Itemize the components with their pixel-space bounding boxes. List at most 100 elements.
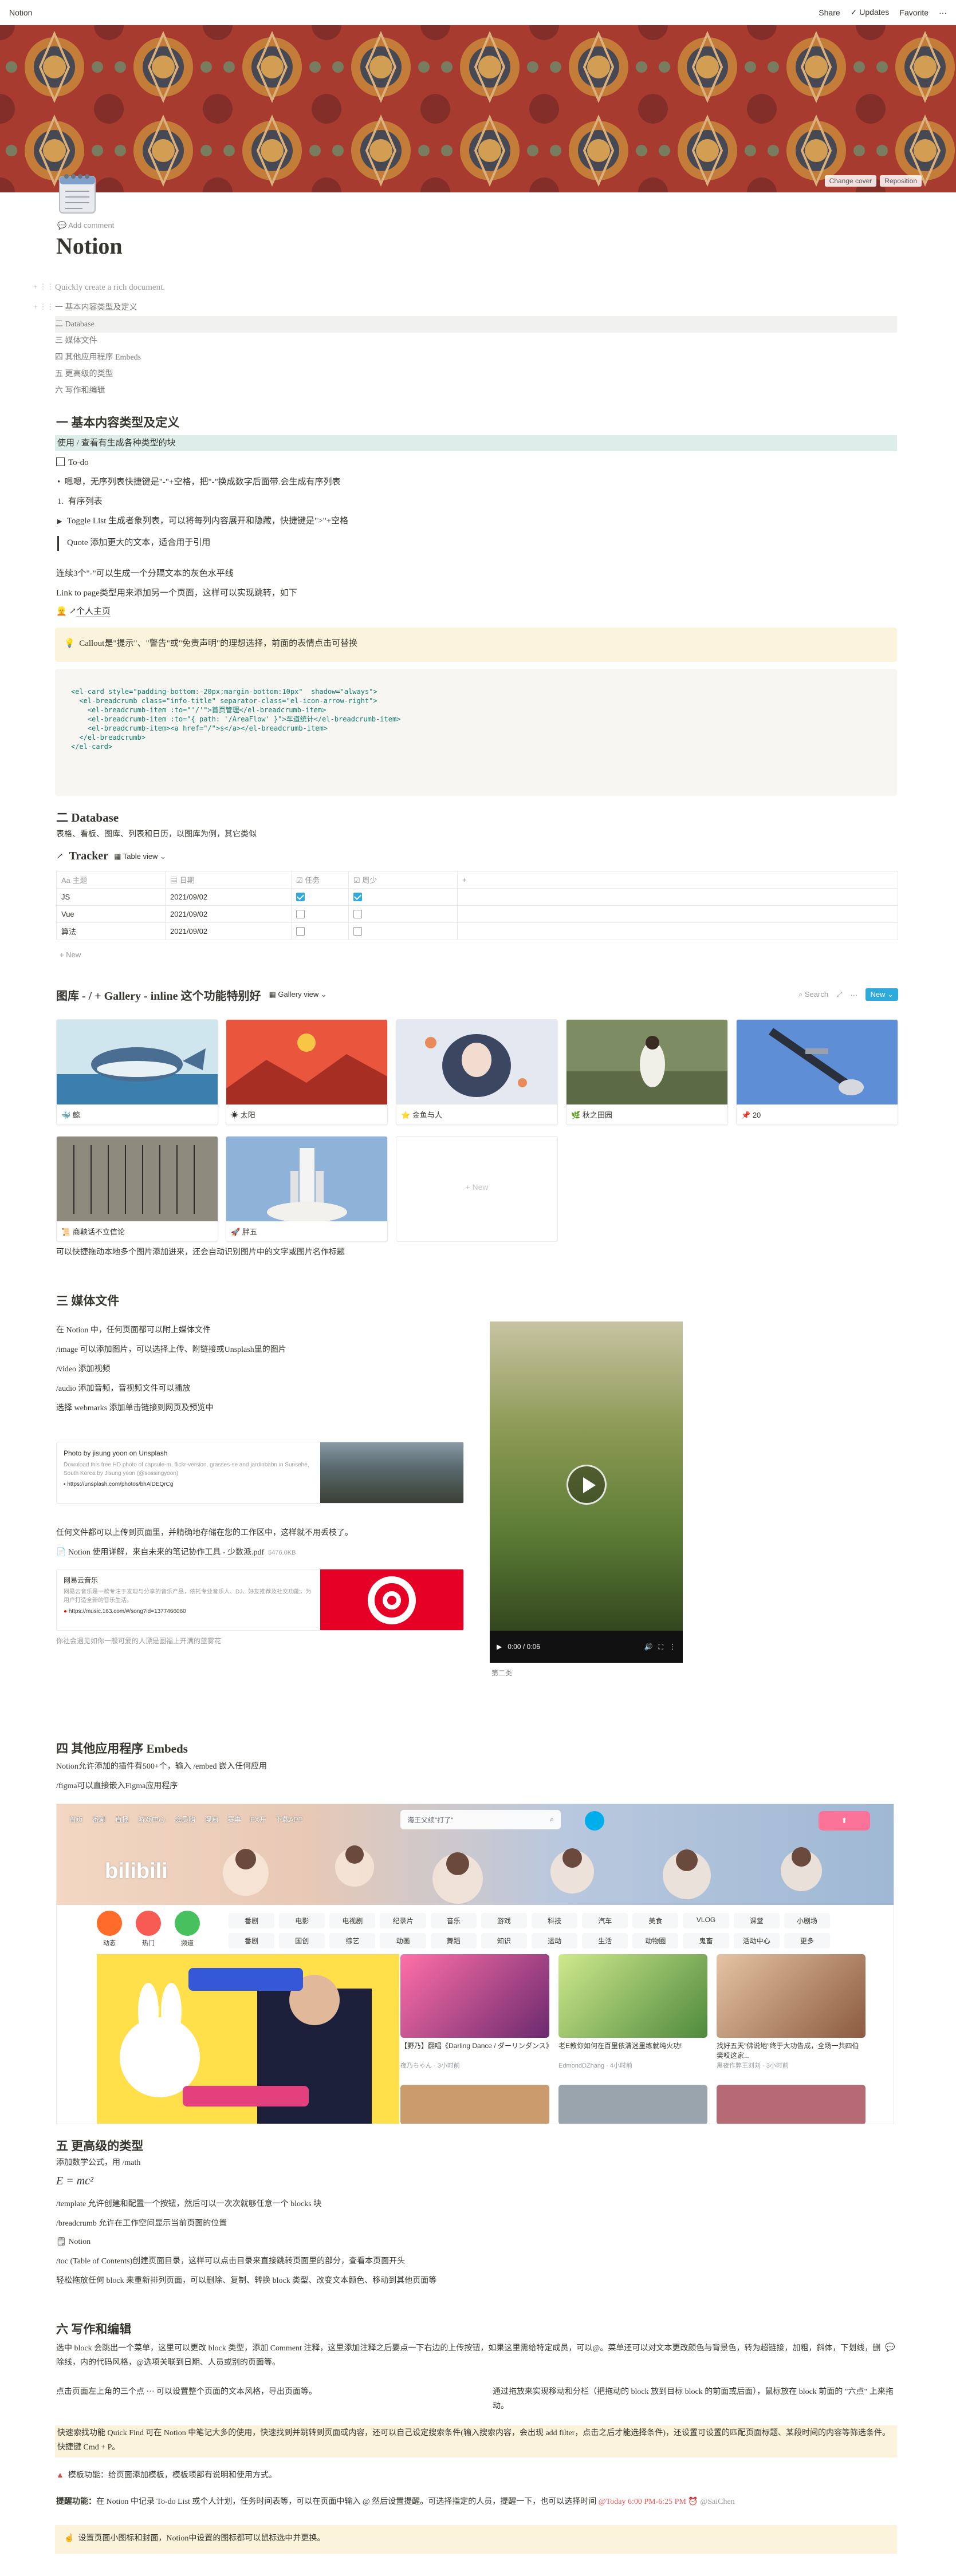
category-chip[interactable]: 汽车	[582, 1913, 628, 1928]
video-title[interactable]: 【野乃】翻唱《Darling Dance / ダーリンダンス》	[400, 2041, 549, 2061]
highlight-block[interactable]: 使用 / 查看有生成各种类型的块	[55, 435, 897, 451]
embed-nav-item[interactable]: 下载APP	[275, 1814, 302, 1824]
category-chip[interactable]: 综艺	[329, 1933, 376, 1948]
channel-item[interactable]: 热门	[136, 1911, 161, 1947]
task-checkbox[interactable]	[296, 927, 305, 936]
column-header[interactable]: Aa 主题	[56, 871, 166, 889]
breadcrumb[interactable]: Notion	[9, 8, 32, 17]
file-attachment[interactable]: 📄 Notion 使用详解，来自未来的笔记协作工具 - 少数派.pdf 5476…	[56, 1546, 296, 1560]
add-comment-button[interactable]: 💬 Add comment	[57, 221, 114, 230]
comment-icon[interactable]: 💬	[885, 2343, 895, 2353]
cell-date[interactable]: 2021/09/02	[165, 905, 292, 923]
cell-name[interactable]: 算法	[56, 922, 166, 940]
embed-nav-item[interactable]: 会员购	[175, 1814, 195, 1824]
section-desc[interactable]: 表格、看板、图库、列表和日历，以图库为例，其它类似	[56, 828, 257, 842]
more-icon[interactable]: ···	[850, 991, 857, 999]
column-header[interactable]: ☑ 周少	[348, 871, 458, 889]
table-view-switch[interactable]: ▦ Table view ⌄	[114, 852, 166, 861]
gallery-card[interactable]: 🐳 鲸	[56, 1019, 218, 1125]
embed-nav-item[interactable]: 首页	[69, 1814, 83, 1824]
page-icon[interactable]	[57, 172, 97, 214]
category-chip[interactable]: 知识	[481, 1933, 527, 1948]
toc-item[interactable]: 一 基本内容类型及定义	[55, 299, 897, 316]
change-cover-button[interactable]: Change cover	[824, 175, 877, 187]
section-heading[interactable]: 一 基本内容类型及定义	[56, 413, 179, 431]
more-icon[interactable]: ⋮	[669, 1643, 676, 1651]
category-chip[interactable]: 运动	[531, 1933, 578, 1948]
tracker-title[interactable]: Tracker	[69, 850, 109, 863]
category-chip[interactable]: 科技	[531, 1913, 578, 1928]
media-line[interactable]: 选择 webmarks 添加单击链接到网页及预览中	[56, 1402, 214, 1415]
channel-item[interactable]: 动态	[97, 1911, 122, 1947]
add-row-button[interactable]: + New	[60, 950, 81, 959]
video-author[interactable]: 黑夜作弊王刘刘 · 3小时前	[717, 2061, 865, 2070]
category-chip[interactable]: 生活	[582, 1933, 628, 1948]
quick-create-text[interactable]: Quickly create a rich document.	[55, 281, 165, 295]
share-button[interactable]: Share	[819, 8, 840, 17]
section-heading[interactable]: 二 Database	[56, 808, 119, 826]
column-right[interactable]: 通过拖放来实现移动和分栏（把拖动的 block 放到目标 block 的前面或后…	[493, 2385, 894, 2413]
category-chip[interactable]: 纪录片	[380, 1913, 426, 1928]
add-column-button[interactable]: +	[457, 871, 898, 889]
week-checkbox[interactable]	[353, 893, 362, 901]
reminder-user[interactable]: @SaiChen	[700, 2498, 734, 2506]
cell-week[interactable]	[348, 888, 458, 906]
gallery-card[interactable]: 📜 商鞅话不立信论	[56, 1136, 218, 1242]
section-heading[interactable]: 六 写作和编辑	[56, 2320, 131, 2337]
cell-task[interactable]	[291, 922, 349, 940]
web-bookmark[interactable]: 网易云音乐 网易云音乐是一款专注于发现与分享的音乐产品，依托专业音乐人、DJ、好…	[56, 1569, 464, 1631]
gallery-card[interactable]: ⭐ 金鱼与人	[396, 1019, 558, 1125]
category-chip[interactable]: 活动中心	[733, 1933, 780, 1948]
media-line[interactable]: 在 Notion 中，任何页面都可以附上媒体文件	[56, 1324, 211, 1338]
category-chip[interactable]: 电影	[279, 1913, 325, 1928]
category-chip[interactable]: VLOG	[683, 1913, 729, 1928]
column-header[interactable]: ▤ 日期	[165, 871, 292, 889]
category-chip[interactable]: 舞蹈	[430, 1933, 477, 1948]
new-button[interactable]: New ⌄	[865, 988, 898, 1001]
reminder-line[interactable]: 提醒功能：在 Notion 中记录 To-do List 或个人计划，任务时间表…	[56, 2495, 735, 2509]
video-thumbnail[interactable]	[558, 2085, 707, 2124]
embed-nav-item[interactable]: FX开	[250, 1814, 266, 1824]
lightbulb-icon[interactable]: 💡	[64, 639, 79, 648]
quote-block[interactable]: Quote 添加更大的文本，适合用于引用	[57, 536, 210, 551]
gallery-title[interactable]: 图库 - / + Gallery - inline 这个功能特别好	[56, 987, 261, 1003]
embed-nav-item[interactable]: 番剧	[92, 1814, 106, 1824]
math-note[interactable]: 添加数学公式，用 /math	[56, 2156, 140, 2170]
checkbox[interactable]	[56, 457, 65, 466]
toggle-item[interactable]: ▶ Toggle List 生成者象列表，可以将每列内容展开和隐藏，快捷键是">…	[57, 514, 348, 529]
page-title[interactable]: Notion	[56, 232, 123, 259]
gallery-view-switch[interactable]: ▦ Gallery view ⌄	[269, 990, 327, 999]
category-chip[interactable]: 音乐	[430, 1913, 477, 1928]
toc-line[interactable]: /toc (Table of Contents)创建页面目录，这样可以点击目录来…	[56, 2255, 405, 2269]
gallery-note[interactable]: 可以快捷拖动本地多个图片添加进来，还会自动识别图片中的文字或图片名作标题	[56, 1246, 345, 1260]
new-card-button[interactable]: + New	[396, 1136, 558, 1242]
play-icon[interactable]: ▶	[497, 1643, 502, 1651]
bilibili-logo[interactable]: bilibili	[105, 1859, 168, 1884]
bilibili-embed[interactable]: bilibili 首页 番剧 直播 游戏中心 会员购 漫画 赛事 FX开 下载A…	[56, 1804, 894, 2124]
category-chip[interactable]: 电视剧	[329, 1913, 376, 1928]
toc-item[interactable]: 二 Database	[55, 316, 897, 333]
fullscreen-icon[interactable]: ⛶	[659, 1643, 663, 1651]
toc-item[interactable]: 五 更高级的类型	[55, 366, 897, 382]
link-to-page[interactable]: 👱 ↗个人主页	[56, 605, 111, 620]
media-line[interactable]: /audio 添加音频，音视频文件可以播放	[56, 1382, 191, 1396]
section-heading[interactable]: 三 媒体文件	[56, 1292, 119, 1309]
more-menu-icon[interactable]: ···	[939, 8, 947, 17]
play-button-icon[interactable]	[566, 1465, 607, 1505]
audio-note[interactable]: 你社会遇见如你一般可爱的人漂是圆福上开满的蓝雾花	[56, 1635, 221, 1647]
gallery-card[interactable]: ☀ 太阳	[226, 1019, 388, 1125]
video-title[interactable]: 老E教你如何在百里依清迷里练就纯火功!	[558, 2041, 707, 2061]
video-thumbnail[interactable]	[717, 2085, 865, 2124]
embed-line[interactable]: Notion允许添加的插件有500+个，输入 /embed 嵌入任何应用	[56, 1760, 267, 1774]
todo-item[interactable]: To-do	[56, 456, 89, 471]
upload-button[interactable]: ⬆	[819, 1811, 870, 1831]
media-line[interactable]: /image 可以添加图片，可以选择上传、附链接或Unsplash里的图片	[56, 1343, 286, 1357]
cell-task[interactable]	[291, 888, 349, 906]
toggle-arrow-icon[interactable]: ▶	[57, 518, 67, 525]
block-handle-icon[interactable]: + ⋮⋮	[33, 302, 54, 311]
video-author[interactable]: EdmondDZhang · 4小时前	[558, 2061, 707, 2070]
cell-week[interactable]	[348, 922, 458, 940]
task-checkbox[interactable]	[296, 910, 305, 918]
favorite-button[interactable]: Favorite	[899, 8, 929, 17]
category-chip[interactable]: 番剧	[229, 1913, 275, 1928]
